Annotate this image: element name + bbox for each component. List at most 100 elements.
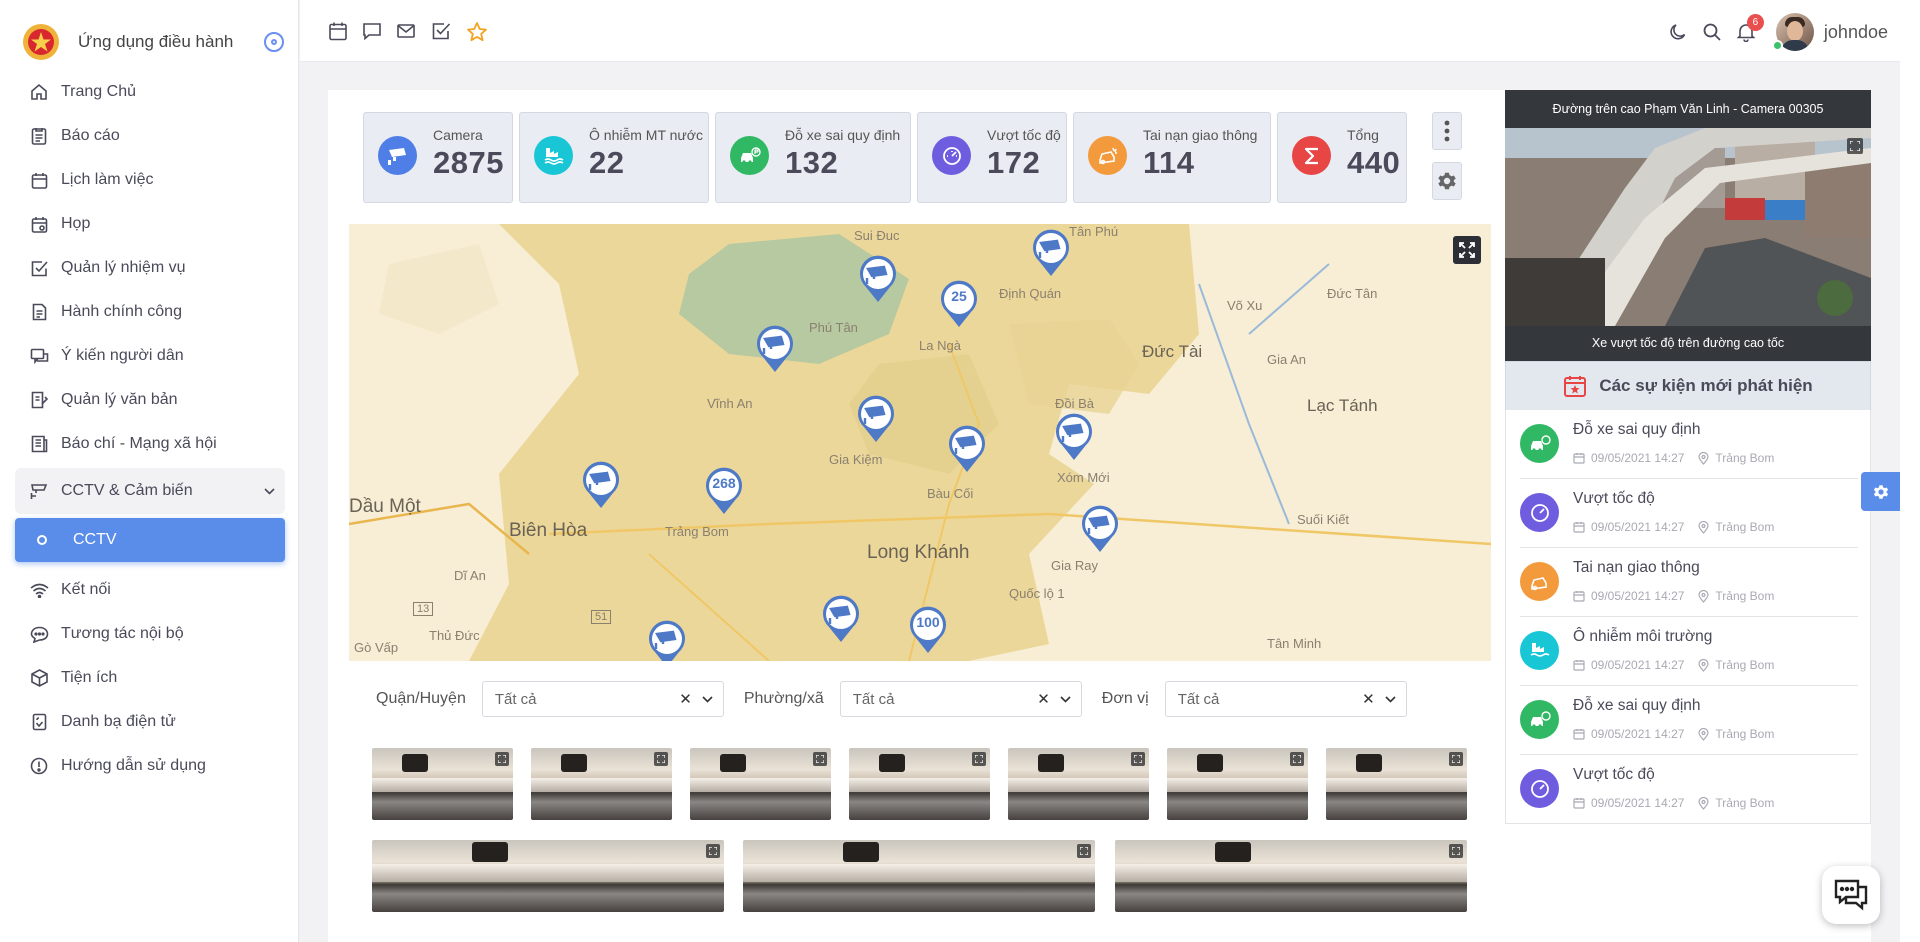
video-frame <box>1505 128 1871 326</box>
clear-icon[interactable]: ✕ <box>1037 690 1050 708</box>
emblem-logo <box>23 24 59 60</box>
event-item[interactable]: Vượt tốc độ 09/05/2021 14:27 Trảng Bom <box>1520 755 1858 824</box>
sidebar-item-citizen-feedback[interactable]: Ý kiến người dân <box>15 334 285 378</box>
camera-map-pin[interactable] <box>1079 504 1121 554</box>
event-time: 09/05/2021 14:27 <box>1591 589 1685 603</box>
camera-thumbnail[interactable] <box>690 748 831 820</box>
checkbox-icon[interactable] <box>431 21 453 43</box>
clear-icon[interactable]: ✕ <box>1362 690 1375 708</box>
sidebar-item-label: Hướng dẫn sử dụng <box>61 757 206 774</box>
camera-map[interactable]: Sui Đuc Tân Phú Định Quán Võ Xu Đức Tân … <box>349 224 1491 661</box>
event-item[interactable]: Ô nhiễm môi trường 09/05/2021 14:27 Trảng… <box>1520 617 1858 686</box>
map-fullscreen-button[interactable] <box>1453 236 1481 264</box>
calendar-icon[interactable] <box>328 21 350 43</box>
camera-thumbnail[interactable] <box>849 748 990 820</box>
video-fullscreen-button[interactable] <box>1847 138 1863 154</box>
sidebar-item-schedule[interactable]: Lịch làm việc <box>15 158 285 202</box>
camera-thumbnail[interactable] <box>372 748 513 820</box>
dark-mode-icon[interactable] <box>1668 22 1688 42</box>
sidebar-item-cctv-sensors[interactable]: CCTV & Cảm biến <box>15 468 285 514</box>
camera-map-pin[interactable] <box>754 324 796 374</box>
camera-pin-icon <box>1082 505 1118 552</box>
stat-value: 114 <box>1143 145 1195 180</box>
camera-cluster-pin[interactable]: 268 <box>703 466 745 516</box>
sidebar-item-utilities[interactable]: Tiện ích <box>15 656 285 700</box>
camera-thumbnail[interactable] <box>1326 748 1467 820</box>
camera-map-pin[interactable] <box>580 460 622 510</box>
camera-map-pin[interactable] <box>857 254 899 304</box>
more-options-button[interactable] <box>1432 112 1462 150</box>
expand-icon[interactable] <box>972 752 986 766</box>
sidebar-item-connect[interactable]: Kết nối <box>15 568 285 612</box>
message-icon[interactable] <box>362 21 384 43</box>
car-crash-icon <box>1088 136 1127 175</box>
camera-map-pin[interactable] <box>820 594 862 644</box>
car-crash-icon <box>1520 562 1559 601</box>
settings-button[interactable] <box>1432 162 1462 200</box>
stat-card-accidents[interactable]: Tai nạn giao thông 114 <box>1073 112 1271 203</box>
camera-cluster-pin[interactable]: 25 <box>938 279 980 329</box>
expand-icon[interactable] <box>1077 844 1091 858</box>
sidebar-item-help[interactable]: Hướng dẫn sử dụng <box>15 744 285 788</box>
ward-select[interactable]: Tất cả ✕ <box>839 681 1082 717</box>
sidebar-item-public-admin[interactable]: Hành chính công <box>15 290 285 334</box>
expand-icon[interactable] <box>1449 844 1463 858</box>
camera-thumbnail[interactable] <box>1115 840 1467 912</box>
camera-thumbnail[interactable] <box>1008 748 1149 820</box>
filters-row: Quận/Huyện Tất cả ✕ Phường/xã Tất cả ✕ Đ… <box>376 681 1427 717</box>
sidebar-item-press[interactable]: Báo chí - Mạng xã hội <box>15 422 285 466</box>
mail-icon[interactable] <box>396 21 418 43</box>
camera-thumbnail[interactable] <box>531 748 672 820</box>
camera-map-pin[interactable] <box>1053 412 1095 462</box>
expand-icon[interactable] <box>495 752 509 766</box>
notification-button[interactable]: 6 <box>1736 14 1764 42</box>
expand-icon[interactable] <box>1131 752 1145 766</box>
event-item[interactable]: Đỗ xe sai quy định 09/05/2021 14:27 Trảng… <box>1520 686 1858 755</box>
camera-cluster-pin[interactable]: 100 <box>907 605 949 655</box>
customizer-button[interactable] <box>1861 472 1900 511</box>
stat-card-total[interactable]: Tổng 440 <box>1277 112 1407 203</box>
district-select[interactable]: Tất cả ✕ <box>481 681 724 717</box>
star-icon[interactable] <box>466 21 488 43</box>
camera-thumbnail[interactable] <box>372 840 724 912</box>
sidebar-item-home[interactable]: Trang Chủ <box>15 70 285 114</box>
location-pin-icon <box>1698 589 1710 603</box>
camera-thumbnail[interactable] <box>743 840 1095 912</box>
speedometer-icon <box>932 136 971 175</box>
stat-card-illegal-parking[interactable]: Đỗ xe sai quy định 132 <box>715 112 911 203</box>
camera-video-player[interactable]: Đường trên cao Phạm Văn Linh - Camera 00… <box>1505 90 1871 361</box>
sidebar-item-documents[interactable]: Quản lý văn bản <box>15 378 285 422</box>
sidebar-item-internal[interactable]: Tương tác nội bộ <box>15 612 285 656</box>
username[interactable]: johndoe <box>1824 22 1888 43</box>
search-icon[interactable] <box>1702 22 1722 42</box>
expand-icon[interactable] <box>1290 752 1304 766</box>
sidebar-item-meeting[interactable]: Họp <box>15 202 285 246</box>
sidebar-nav: Trang Chủ Báo cáo Lịch làm việc Họp Quản… <box>15 70 285 788</box>
event-item[interactable]: Tai nạn giao thông 09/05/2021 14:27 Trảng… <box>1520 548 1858 617</box>
sidebar-item-reports[interactable]: Báo cáo <box>15 114 285 158</box>
camera-map-pin[interactable] <box>946 424 988 474</box>
event-item[interactable]: Vượt tốc độ 09/05/2021 14:27 Trảng Bom <box>1520 479 1858 548</box>
event-item[interactable]: Đỗ xe sai quy định 09/05/2021 14:27 Trảng… <box>1520 410 1858 479</box>
expand-icon[interactable] <box>1449 752 1463 766</box>
expand-icon[interactable] <box>813 752 827 766</box>
expand-icon <box>1850 141 1860 151</box>
unit-select[interactable]: Tất cả ✕ <box>1164 681 1407 717</box>
clear-icon[interactable]: ✕ <box>679 690 692 708</box>
radio-dot-icon <box>271 39 277 45</box>
notification-badge: 6 <box>1746 14 1764 31</box>
sidebar-subitem-cctv[interactable]: CCTV <box>15 518 285 562</box>
stat-card-water-pollution[interactable]: Ô nhiễm MT nước 22 <box>519 112 709 203</box>
chat-launcher-button[interactable] <box>1822 866 1880 924</box>
expand-icon[interactable] <box>706 844 720 858</box>
camera-map-pin[interactable] <box>1030 228 1072 278</box>
sidebar-item-tasks[interactable]: Quản lý nhiệm vụ <box>15 246 285 290</box>
sidebar-item-contacts[interactable]: Danh bạ điện tử <box>15 700 285 744</box>
camera-map-pin[interactable] <box>855 394 897 444</box>
sidebar-toggle-button[interactable] <box>264 32 284 52</box>
camera-thumbnail[interactable] <box>1167 748 1308 820</box>
camera-map-pin[interactable] <box>646 619 688 661</box>
stat-card-speeding[interactable]: Vượt tốc độ 172 <box>917 112 1067 203</box>
stat-card-camera[interactable]: Camera 2875 <box>363 112 513 203</box>
expand-icon[interactable] <box>654 752 668 766</box>
